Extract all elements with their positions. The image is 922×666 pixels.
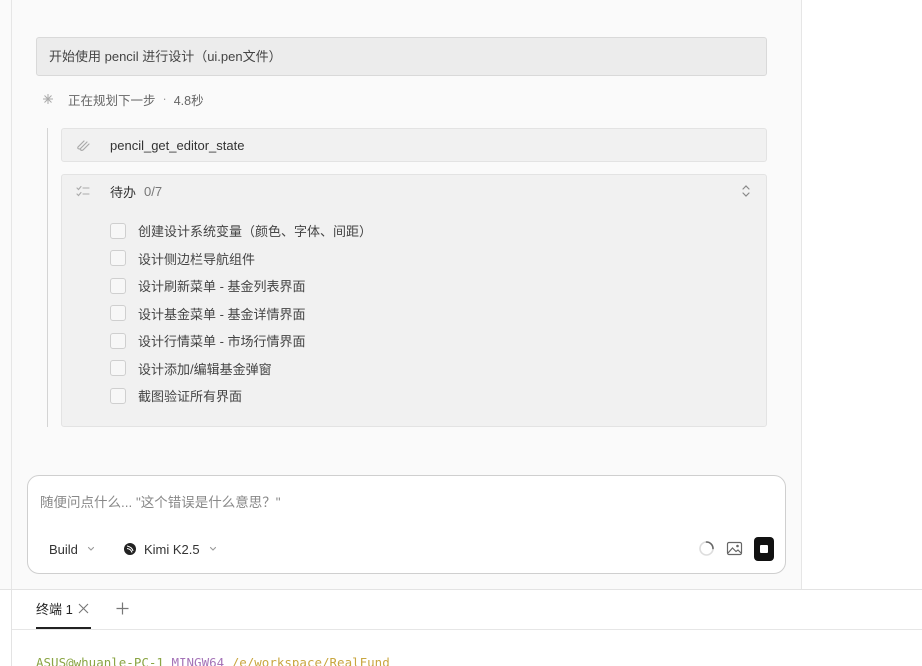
todo-item: 创建设计系统变量（颜色、字体、间距）: [110, 217, 372, 245]
model-select[interactable]: Kimi K2.5: [123, 540, 217, 558]
tab-label: 终端 1: [36, 602, 73, 617]
loading-spinner-icon: [699, 541, 714, 556]
terminal-tab-bar: 终端 1: [12, 590, 922, 630]
todo-item: 截图验证所有界面: [110, 382, 372, 410]
todo-list: 创建设计系统变量（颜色、字体、间距） 设计侧边栏导航组件 设计刷新菜单 - 基金…: [110, 217, 372, 410]
todo-item-label: 截图验证所有界面: [138, 389, 243, 405]
todo-checkbox[interactable]: [110, 222, 126, 239]
todo-item-label: 设计侧边栏导航组件: [138, 251, 256, 267]
todo-checkbox[interactable]: [110, 387, 126, 404]
list-check-icon: [76, 185, 90, 197]
prompt-user-host: ASUS@whuanle-PC-1: [36, 655, 164, 666]
todo-item-label: 设计基金菜单 - 基金详情界面: [138, 306, 306, 322]
close-icon[interactable]: [78, 603, 89, 614]
prompt-system: MINGW64: [171, 655, 225, 666]
tool-call-name: pencil_get_editor_state: [110, 137, 245, 153]
sparkle-icon: [43, 94, 53, 104]
chat-composer: Build Kimi K2.5: [27, 475, 786, 574]
mode-label: Build: [49, 541, 78, 557]
chat-input[interactable]: [40, 492, 740, 512]
kimi-logo-icon: [124, 543, 136, 555]
chevron-up-down-icon[interactable]: [740, 184, 752, 198]
todo-item: 设计添加/编辑基金弹窗: [110, 355, 372, 383]
todo-checkbox[interactable]: [110, 332, 126, 349]
todo-checkbox[interactable]: [110, 250, 126, 267]
image-upload-icon[interactable]: [726, 540, 743, 557]
stop-icon: [760, 545, 768, 553]
todo-item: 设计侧边栏导航组件: [110, 245, 372, 273]
todo-checkbox[interactable]: [110, 360, 126, 377]
todo-item-label: 设计添加/编辑基金弹窗: [138, 361, 272, 377]
right-panel: [802, 0, 922, 590]
status-separator: ·: [162, 92, 167, 106]
todo-header[interactable]: 待办 0/7: [62, 175, 766, 207]
prompt-path: /e/workspace/RealFund: [231, 655, 390, 666]
todo-item-label: 设计行情菜单 - 市场行情界面: [138, 334, 306, 350]
user-message: 开始使用 pencil 进行设计（ui.pen文件）: [36, 37, 767, 76]
left-sidebar-strip: [0, 0, 12, 590]
chevron-down-icon: [209, 546, 216, 551]
todo-title: 待办: [110, 184, 137, 200]
terminal-output[interactable]: ASUS@whuanle-PC-1 MINGW64 /e/workspace/R…: [12, 631, 922, 666]
terminal-prompt: ASUS@whuanle-PC-1 MINGW64 /e/workspace/R…: [36, 655, 390, 666]
planning-status: 正在规划下一步 · 4.8秒: [42, 90, 204, 108]
todo-item: 设计基金菜单 - 基金详情界面: [110, 300, 372, 328]
todo-card: 待办 0/7 创建设计系统变量（颜色、字体、间距） 设计侧边栏导航组件 设计刷新…: [61, 174, 767, 427]
tab-terminal-1[interactable]: 终端 1: [36, 590, 91, 629]
tool-call-card[interactable]: pencil_get_editor_state: [61, 128, 767, 162]
todo-item: 设计刷新菜单 - 基金列表界面: [110, 272, 372, 300]
scribble-icon: [77, 140, 90, 151]
add-tab-icon[interactable]: [116, 602, 129, 615]
todo-checkbox[interactable]: [110, 277, 126, 294]
todo-item: 设计行情菜单 - 市场行情界面: [110, 327, 372, 355]
chevron-down-icon: [87, 546, 94, 551]
thread-line: [47, 128, 48, 427]
stop-button[interactable]: [754, 537, 774, 561]
mode-select[interactable]: Build: [49, 540, 95, 558]
status-text: 正在规划下一步: [68, 93, 156, 108]
todo-item-label: 设计刷新菜单 - 基金列表界面: [138, 279, 306, 295]
status-duration: 4.8秒: [173, 93, 204, 108]
model-label: Kimi K2.5: [144, 541, 200, 557]
todo-checkbox[interactable]: [110, 305, 126, 322]
todo-count: 0/7: [144, 183, 163, 199]
todo-item-label: 创建设计系统变量（颜色、字体、间距）: [138, 224, 373, 240]
